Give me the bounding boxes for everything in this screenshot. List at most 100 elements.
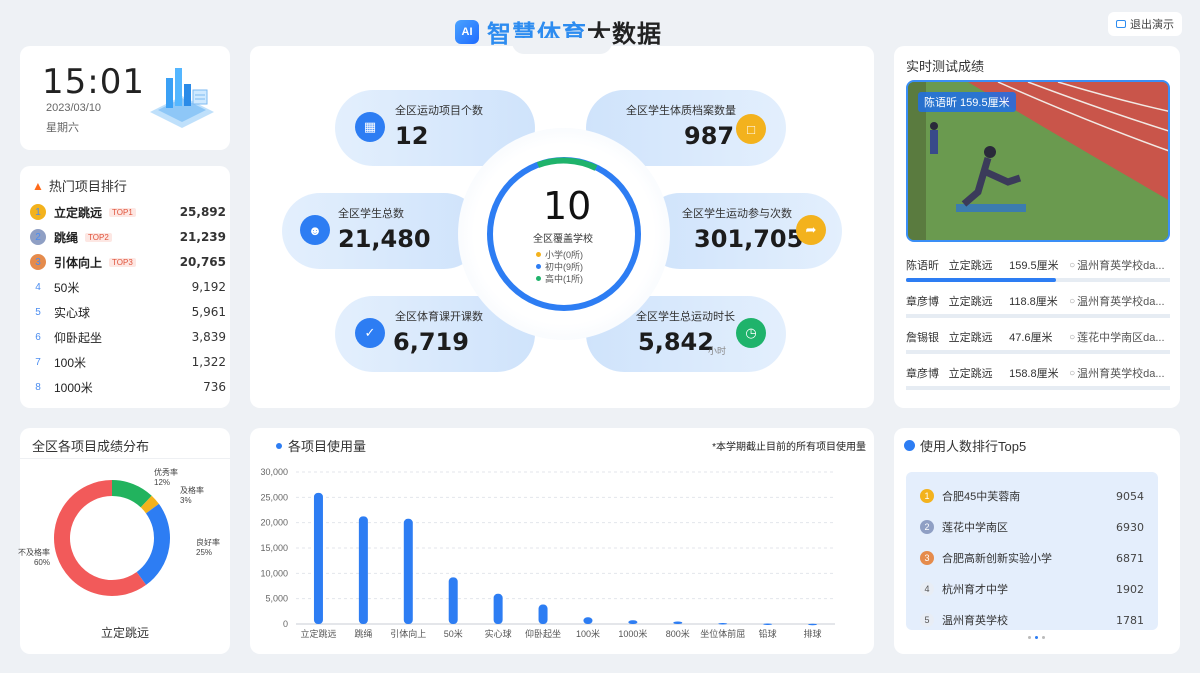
- realtime-row[interactable]: 詹锡银 立定跳远 47.6厘米 ○ 莲花中学南区da...: [906, 324, 1170, 354]
- usage-bar[interactable]: [628, 620, 638, 624]
- stat-archives-label: 全区学生体质档案数量: [626, 105, 736, 117]
- distribution-project[interactable]: 立定跳远: [20, 624, 230, 641]
- x-tick-label: 跳绳: [354, 628, 372, 639]
- top5-title: 使用人数排行Top5: [904, 436, 1026, 455]
- y-tick-label: 5,000: [265, 594, 288, 604]
- usage-bar[interactable]: [358, 516, 368, 624]
- top5-row[interactable]: 5 温州育英学校 1781: [920, 610, 1144, 630]
- donut-slice[interactable]: [136, 503, 170, 585]
- stat-duration-value: 5,842: [638, 328, 714, 356]
- stat-participation-label: 全区学生运动参与次数: [682, 208, 792, 220]
- usage-title: 各项目使用量: [276, 436, 366, 455]
- x-tick-label: 坐位体前屈: [700, 628, 745, 639]
- stat-pe-classes-value: 6,719: [393, 328, 469, 356]
- donut-slice[interactable]: [54, 480, 147, 596]
- stat-participation-value: 301,705: [694, 225, 804, 253]
- ranking-row[interactable]: 1 立定跳远 TOP1 25,892: [30, 200, 226, 224]
- ranking-value: 3,839: [191, 330, 226, 344]
- usage-bar[interactable]: [403, 518, 413, 624]
- ranking-value: 5,961: [191, 305, 226, 319]
- ranking-row[interactable]: 6 仰卧起坐 3,839: [30, 325, 226, 349]
- school-name: 温州育英学校da...: [1077, 296, 1165, 308]
- pass-pct: 3%: [180, 496, 192, 505]
- coverage-label: 全区覆盖学校: [533, 234, 593, 245]
- grid-icon: ▦: [355, 112, 385, 142]
- medal-icon: 2: [30, 229, 46, 245]
- fire-icon: ▲: [32, 178, 44, 193]
- score-progress-bar: [906, 278, 1057, 282]
- usage-bar[interactable]: [718, 622, 728, 625]
- y-tick-label: 0: [283, 619, 288, 629]
- ranking-row[interactable]: 7 100米 1,322: [30, 350, 226, 374]
- ranking-row[interactable]: 8 1000米 736: [30, 375, 226, 399]
- clipboard-icon: ✓: [355, 318, 385, 348]
- ranking-name: 实心球: [54, 305, 91, 320]
- coverage-legend-item: 高中(1所): [536, 272, 583, 285]
- hot-ranking-title-text: 热门项目排行: [48, 179, 127, 194]
- hot-ranking-title: ▲ 热门项目排行: [32, 176, 127, 195]
- user-count: 6930: [1116, 520, 1144, 534]
- donut-slice[interactable]: [140, 495, 159, 514]
- student-name: 章彦博: [906, 368, 939, 380]
- medal-icon: 1: [30, 204, 46, 220]
- school-name: 莲花中学南区: [942, 522, 1008, 534]
- ranking-row[interactable]: 4 50米 9,192: [30, 275, 226, 299]
- usage-bar[interactable]: [673, 621, 683, 624]
- rank-number: 8: [35, 381, 41, 393]
- location-pin-icon: ○: [1069, 331, 1076, 343]
- clock-icon: ◷: [736, 318, 766, 348]
- usage-bar-chart: 0 5,000 10,000 15,000 20,000 25,000 30,000 立定跳远…: [260, 467, 835, 639]
- live-video-feed[interactable]: 陈语昕 159.5厘米: [906, 80, 1170, 242]
- ranking-row[interactable]: 2 跳绳 TOP2 21,239: [30, 225, 226, 249]
- x-tick-label: 100米: [576, 628, 600, 639]
- school-name: 温州育英学校: [942, 615, 1008, 627]
- top5-row[interactable]: 4 杭州育才中学 1902: [920, 579, 1144, 599]
- top5-row[interactable]: 1 合肥45中芙蓉南 9054: [920, 486, 1144, 506]
- rank-number: 4: [35, 281, 41, 293]
- clock-weekday: 星期六: [46, 122, 79, 134]
- usage-bar[interactable]: [763, 623, 773, 625]
- realtime-row[interactable]: 章彦博 立定跳远 158.8厘米 ○ 温州育英学校da...: [906, 360, 1170, 390]
- hot-ranking-card: ▲ 热门项目排行 1 立定跳远 TOP1 25,892 2 跳绳 TOP2 21,239 3 引体向…: [20, 166, 230, 408]
- good-pct: 25%: [196, 548, 213, 557]
- stat-projects-label: 全区运动项目个数: [395, 105, 483, 117]
- ranking-value: 21,239: [179, 230, 226, 244]
- student-name: 陈语昕: [906, 260, 939, 272]
- exit-demo-button[interactable]: 退出演示: [1108, 12, 1182, 36]
- usage-bar[interactable]: [583, 617, 593, 624]
- usage-bar[interactable]: [313, 492, 323, 624]
- x-tick-label: 1000米: [618, 628, 647, 639]
- top5-row[interactable]: 2 莲花中学南区 6930: [920, 517, 1144, 537]
- medal-icon: 2: [920, 520, 934, 534]
- rank-number: 5: [35, 306, 41, 318]
- distribution-card: 全区各项目成绩分布 优秀率 12% 及格率 3% 良好率 25% 不及格率 60% 立定…: [18, 428, 230, 654]
- ranking-row[interactable]: 5 实心球 5,961: [30, 300, 226, 324]
- x-tick-label: 引体向上: [390, 628, 426, 639]
- top5-pager[interactable]: [1028, 636, 1045, 639]
- pass-label-text: 及格率: [180, 486, 204, 495]
- usage-bar[interactable]: [808, 623, 818, 626]
- school-name: 温州育英学校da...: [1077, 260, 1165, 272]
- realtime-row[interactable]: 章彦博 立定跳远 118.8厘米 ○ 温州育英学校da...: [906, 288, 1170, 318]
- usage-bar[interactable]: [538, 604, 548, 624]
- top5-row[interactable]: 3 合肥高新创新实验小学 6871: [920, 548, 1144, 568]
- ranking-row[interactable]: 3 引体向上 TOP3 20,765: [30, 250, 226, 274]
- student-name: 詹锡银: [906, 332, 939, 344]
- usage-bar[interactable]: [493, 593, 503, 624]
- ranking-value: 25,892: [179, 205, 226, 219]
- top5-title-text: 使用人数排行Top5: [920, 439, 1027, 454]
- ranking-name: 跳绳: [54, 230, 79, 245]
- screen-icon: [1116, 20, 1126, 28]
- test-project: 立定跳远: [948, 296, 993, 308]
- x-tick-label: 800米: [666, 628, 690, 639]
- user-count: 9054: [1116, 489, 1144, 503]
- ranking-value: 1,322: [191, 355, 226, 369]
- fail-label-text: 不及格率: [18, 548, 50, 557]
- running-icon: ➦: [796, 215, 826, 245]
- video-overlay-label: 陈语昕 159.5厘米: [918, 92, 1016, 112]
- rank-number: 4: [920, 582, 934, 596]
- donut-slice[interactable]: [111, 480, 152, 508]
- usage-bar[interactable]: [448, 577, 458, 624]
- ranking-value: 736: [203, 380, 226, 394]
- distribution-title: 全区各项目成绩分布: [32, 439, 150, 454]
